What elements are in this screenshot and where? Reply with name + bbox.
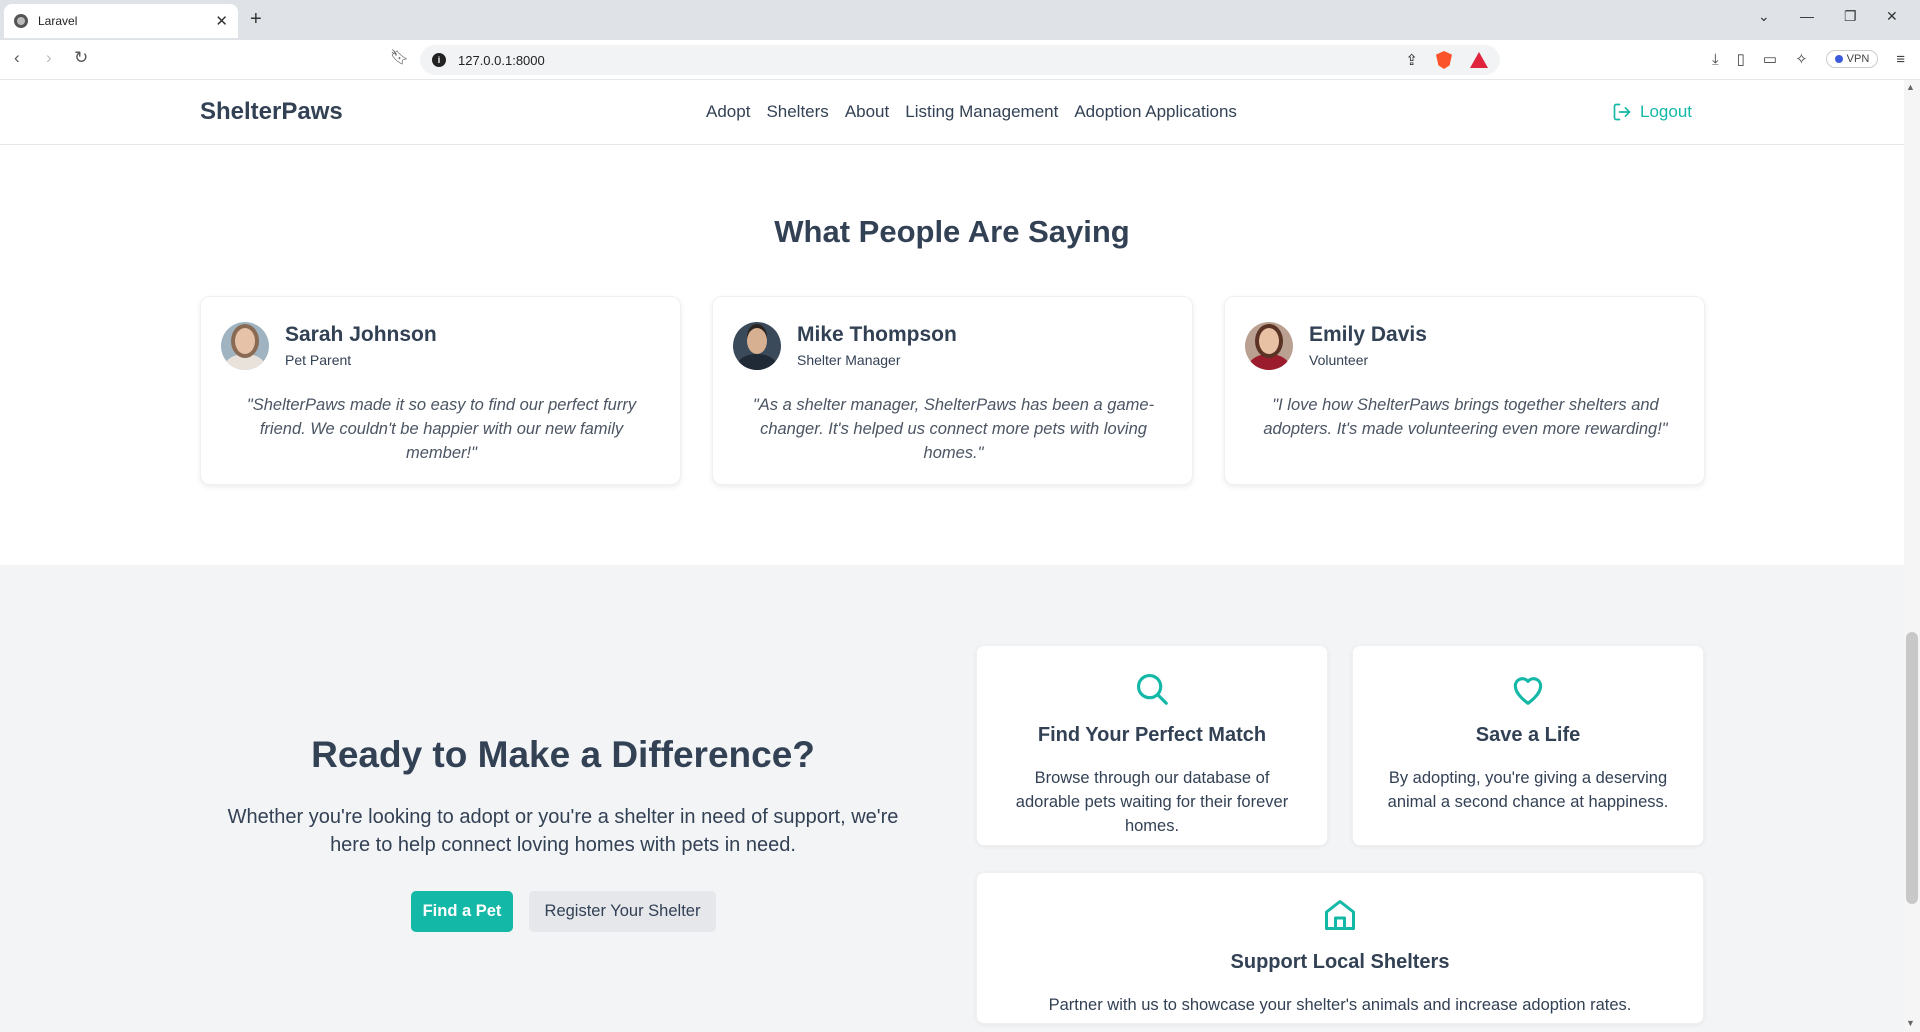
- testimonial-role: Shelter Manager: [797, 352, 901, 368]
- feature-title: Save a Life: [1475, 724, 1581, 746]
- feature-title: Find Your Perfect Match: [1037, 724, 1267, 746]
- globe-icon: [14, 14, 28, 28]
- feature-title: Support Local Shelters: [1230, 951, 1450, 973]
- testimonial-quote: "ShelterPaws made it so easy to find our…: [246, 396, 637, 462]
- site-info-icon[interactable]: i: [432, 53, 446, 67]
- share-icon[interactable]: ⇪: [1405, 51, 1418, 69]
- forward-icon[interactable]: ›: [46, 48, 52, 68]
- feature-card: Support Local Shelters Partner with us t…: [976, 872, 1704, 1024]
- logout-icon: [1613, 103, 1631, 121]
- feature-description: Browse through our database of adorable …: [1015, 769, 1289, 835]
- testimonial-role: Pet Parent: [285, 352, 352, 368]
- register-shelter-button[interactable]: Register Your Shelter: [529, 891, 716, 932]
- home-icon: [1325, 900, 1355, 930]
- feature-description: By adopting, you're giving a deserving a…: [1387, 769, 1669, 811]
- nav-listing-management[interactable]: Listing Management: [905, 102, 1058, 122]
- cta-title: Ready to Make a Difference?: [311, 734, 815, 775]
- feature-description: Partner with us to showcase your shelter…: [1048, 996, 1632, 1014]
- nav-adoption-applications[interactable]: Adoption Applications: [1074, 102, 1237, 122]
- avatar: [733, 322, 781, 370]
- reload-icon[interactable]: ↻: [74, 48, 88, 68]
- search-icon: [1136, 673, 1168, 705]
- vpn-button[interactable]: VPN: [1825, 50, 1879, 68]
- tab-title: Laravel: [38, 14, 78, 28]
- scrollbar-thumb[interactable]: [1906, 632, 1918, 904]
- testimonial-name: Emily Davis: [1309, 323, 1427, 346]
- browser-tabbar: [0, 0, 1920, 40]
- tab-search-icon[interactable]: ⌄: [1758, 8, 1770, 25]
- testimonial-name: Sarah Johnson: [285, 323, 437, 346]
- testimonials-title: What People Are Saying: [774, 214, 1130, 249]
- vpn-label: VPN: [1846, 53, 1870, 65]
- testimonial-name: Mike Thompson: [797, 323, 957, 346]
- avatar: [1245, 322, 1293, 370]
- scroll-up-icon[interactable]: ▲: [1906, 82, 1915, 92]
- testimonial-quote: "As a shelter manager, ShelterPaws has b…: [752, 396, 1155, 462]
- feature-card: Find Your Perfect Match Browse through o…: [976, 645, 1328, 846]
- browser-tab[interactable]: Laravel ✕: [4, 4, 238, 38]
- testimonial-card: Emily Davis Volunteer "I love how Shelte…: [1224, 296, 1705, 485]
- testimonial-card: Sarah Johnson Pet Parent "ShelterPaws ma…: [200, 296, 681, 485]
- leo-ai-icon[interactable]: ✧: [1795, 50, 1808, 68]
- sidebar-icon[interactable]: ▯: [1737, 50, 1745, 68]
- site-logo[interactable]: ShelterPaws: [200, 98, 343, 126]
- menu-icon[interactable]: ≡: [1896, 51, 1905, 68]
- vpn-status-icon: [1834, 55, 1843, 63]
- logout-label: Logout: [1640, 102, 1692, 121]
- main-nav: Adopt Shelters About Listing Management …: [706, 102, 1237, 122]
- maximize-button[interactable]: ❐: [1844, 8, 1857, 25]
- close-tab-icon[interactable]: ✕: [215, 12, 228, 30]
- heart-icon: [1513, 677, 1543, 705]
- brave-shield-icon[interactable]: [1436, 51, 1452, 69]
- nav-adopt[interactable]: Adopt: [706, 102, 750, 122]
- nav-about[interactable]: About: [845, 102, 889, 122]
- testimonial-quote: "I love how ShelterPaws brings together …: [1263, 396, 1668, 438]
- address-bar[interactable]: i 127.0.0.1:8000 ⇪ 1: [420, 45, 1500, 75]
- logout-button[interactable]: Logout: [1612, 102, 1692, 122]
- download-icon[interactable]: ⤓: [1712, 51, 1719, 68]
- minimize-button[interactable]: —: [1800, 8, 1814, 24]
- nav-shelters[interactable]: Shelters: [766, 102, 828, 122]
- brave-rewards-icon[interactable]: 1: [1470, 52, 1488, 68]
- url-text[interactable]: 127.0.0.1:8000: [458, 53, 545, 68]
- new-tab-button[interactable]: +: [250, 8, 262, 31]
- cta-text: Whether you're looking to adopt or you'r…: [227, 806, 899, 856]
- scroll-down-icon[interactable]: ▼: [1906, 1018, 1915, 1028]
- avatar: [221, 322, 269, 370]
- close-window-button[interactable]: ✕: [1886, 8, 1898, 25]
- feature-card: Save a Life By adopting, you're giving a…: [1352, 645, 1704, 846]
- bookmark-icon[interactable]: 🔖︎: [390, 48, 409, 66]
- back-icon[interactable]: ‹: [14, 48, 20, 68]
- testimonial-card: Mike Thompson Shelter Manager "As a shel…: [712, 296, 1193, 485]
- testimonial-role: Volunteer: [1309, 352, 1369, 368]
- wallet-icon[interactable]: ▭: [1763, 50, 1777, 68]
- find-a-pet-button[interactable]: Find a Pet: [411, 891, 513, 932]
